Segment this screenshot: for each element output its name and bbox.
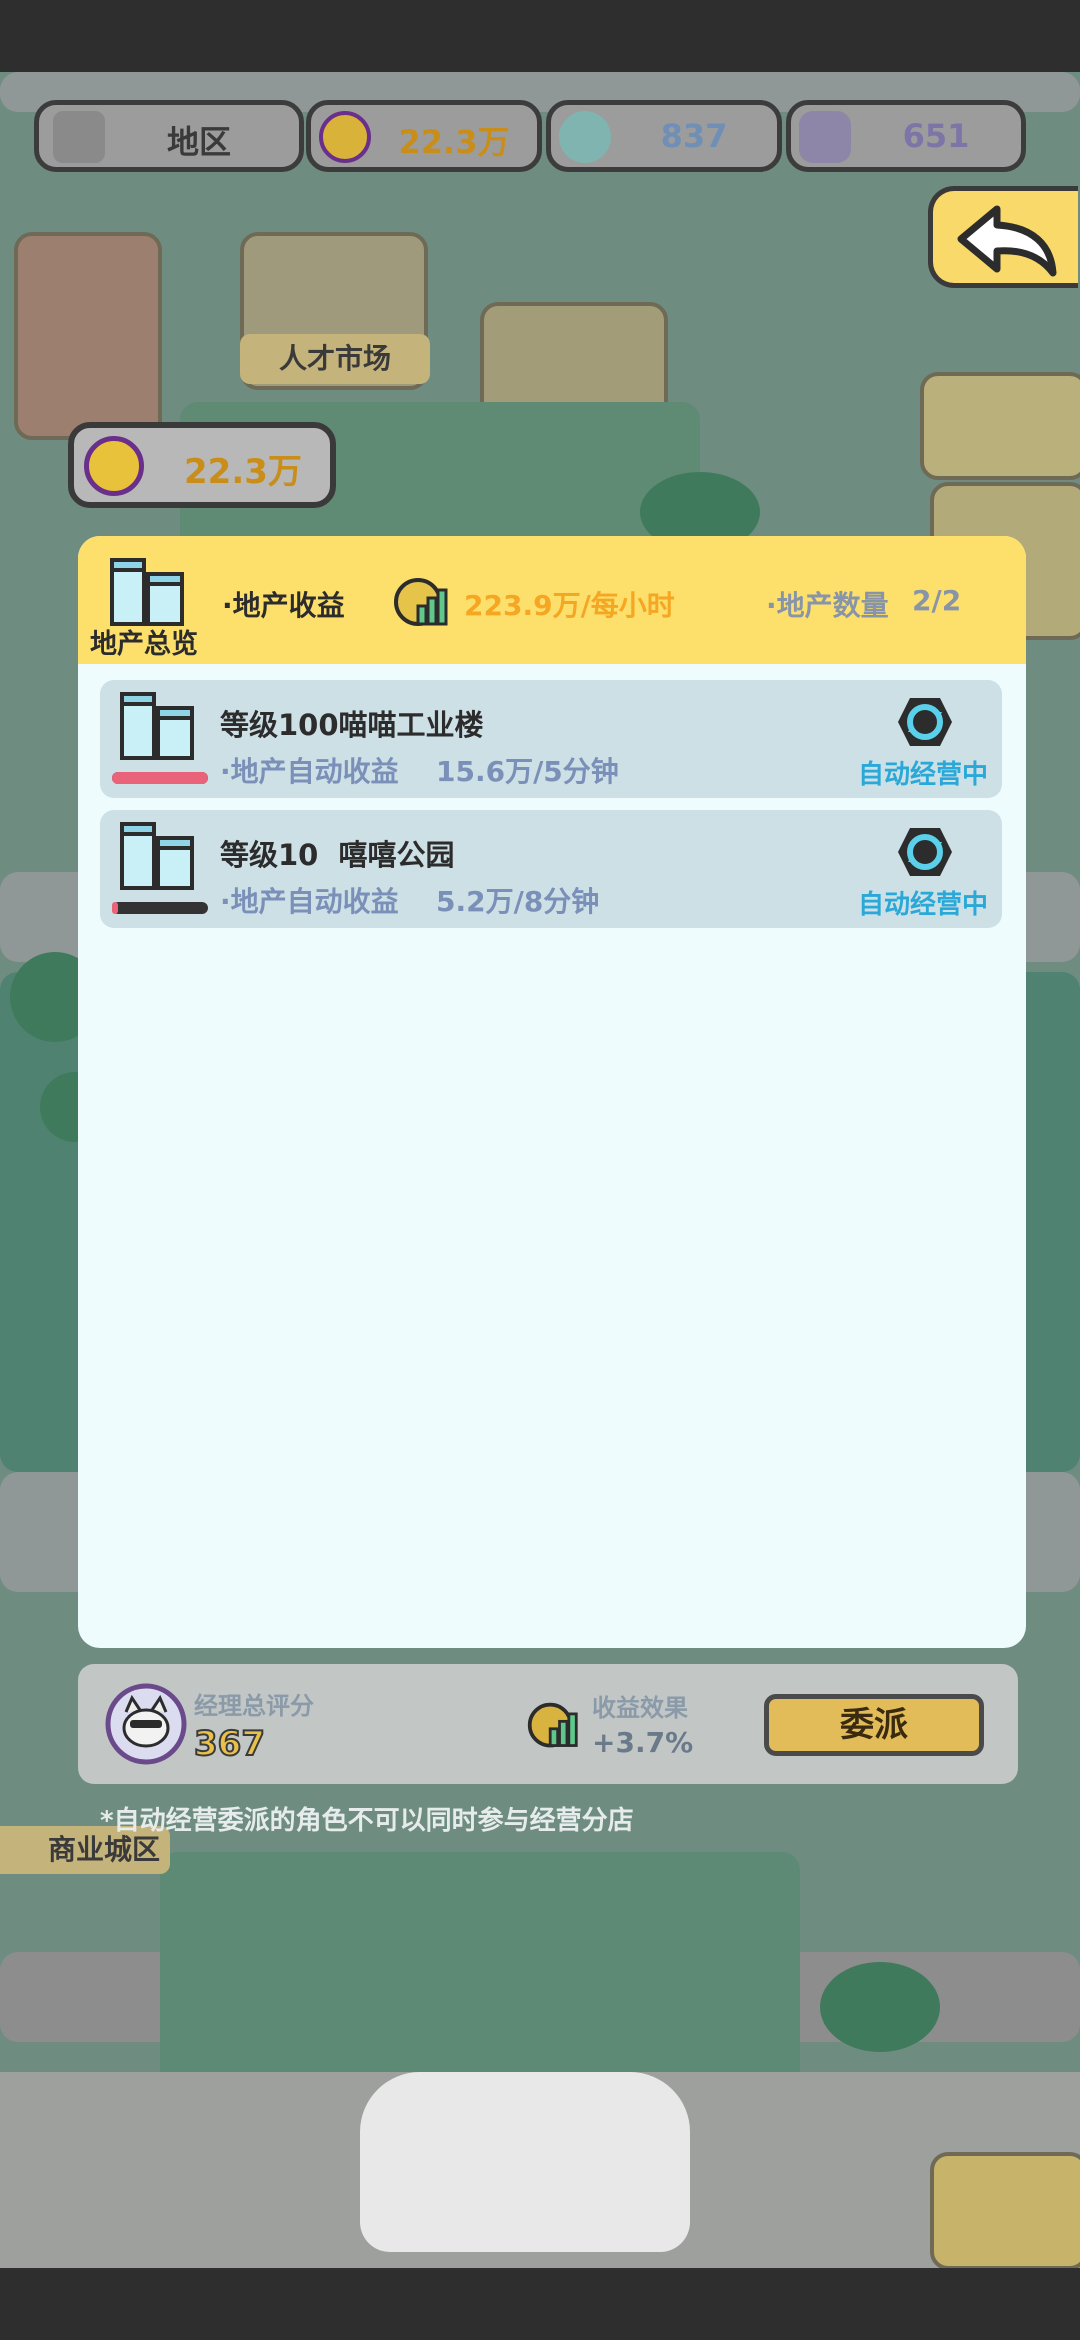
gem-b-value: 651: [902, 117, 970, 155]
manager-assign-bar: 经理总评分 367 收益效果 +3.7% 委派: [78, 1664, 1018, 1784]
coin-icon: [319, 111, 371, 163]
property-row[interactable]: 等级10 嘻嘻公园 ·地产自动收益 5.2万/8分钟 自动经营中: [100, 810, 1002, 928]
auto-refresh-icon: [898, 698, 952, 746]
count-label: ·地产数量: [766, 589, 889, 622]
progress-bar-track: [112, 902, 208, 914]
coin-value: 22.3万: [398, 123, 510, 161]
potion-icon: [559, 111, 611, 163]
auto-refresh-icon: [898, 828, 952, 876]
income-value: 223.9万/每小时: [464, 589, 675, 622]
gem-a-counter[interactable]: 837: [546, 100, 782, 172]
manager-score-value: 367: [193, 1723, 266, 1765]
gem-a-value: 837: [660, 117, 728, 155]
building-icon: [110, 558, 184, 626]
property-overview-panel: 地产总览 ·地产收益 223.9万/每小时 ·地产数量 2/2 等级100喵喵工…: [78, 536, 1026, 1648]
property-name: 等级10 嘻嘻公园: [220, 838, 455, 872]
auto-operating-status: 自动经营中: [857, 760, 988, 790]
auto-operating-status: 自动经营中: [857, 890, 988, 920]
income-effect-label: 收益效果: [592, 1694, 688, 1722]
panel-title: 地产总览: [90, 629, 198, 660]
map-label-talent-market[interactable]: 人才市场: [240, 334, 430, 384]
back-arrow-icon: [957, 205, 1057, 277]
property-row[interactable]: 等级100喵喵工业楼 ·地产自动收益 15.6万/5分钟 自动经营中: [100, 680, 1002, 798]
coin-balance-pill: 22.3万: [68, 422, 336, 508]
progress-bar-track: [112, 772, 208, 784]
income-effect-value: +3.7%: [592, 1726, 694, 1759]
diamond-icon: [799, 111, 851, 163]
income-label: ·地产收益: [222, 589, 345, 622]
region-selector[interactable]: 地区: [34, 100, 304, 172]
status-bar: [0, 0, 1080, 72]
map-icon: [53, 111, 105, 163]
region-label: 地区: [166, 123, 231, 161]
progress-bar-fill: [112, 772, 208, 784]
progress-bar-fill: [112, 902, 118, 914]
property-name: 等级100喵喵工业楼: [220, 708, 484, 742]
auto-income-label: ·地产自动收益: [220, 885, 399, 918]
navigation-bar: [0, 2268, 1080, 2340]
auto-income-label: ·地产自动收益: [220, 755, 399, 788]
income-chart-icon: [394, 578, 448, 626]
building-icon: [120, 692, 194, 760]
coin-balance-value: 22.3万: [184, 452, 302, 492]
gem-b-counter[interactable]: 651: [786, 100, 1026, 172]
assign-note: *自动经营委派的角色不可以同时参与经营分店: [100, 1806, 634, 1836]
auto-income-value: 15.6万/5分钟: [436, 755, 619, 788]
assign-button[interactable]: 委派: [764, 1694, 984, 1756]
building-icon: [120, 822, 194, 890]
income-chart-icon: [527, 1702, 578, 1748]
manager-avatar-icon[interactable]: [104, 1682, 188, 1766]
count-value: 2/2: [912, 584, 962, 617]
panel-header: 地产总览 ·地产收益 223.9万/每小时 ·地产数量 2/2: [78, 536, 1026, 664]
back-button[interactable]: [928, 186, 1078, 288]
auto-income-value: 5.2万/8分钟: [436, 885, 600, 918]
coin-icon: [84, 436, 144, 496]
coin-counter[interactable]: 22.3万: [306, 100, 542, 172]
manager-score-label: 经理总评分: [194, 1692, 314, 1720]
